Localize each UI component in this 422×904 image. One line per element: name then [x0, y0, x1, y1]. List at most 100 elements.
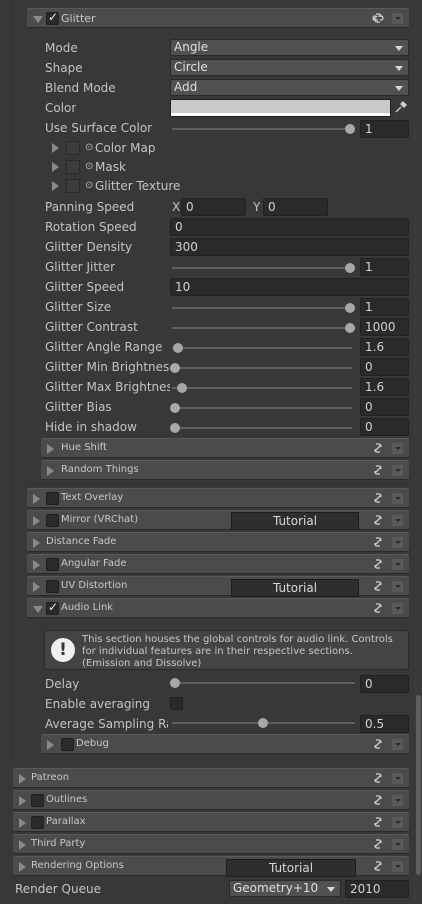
- scrollbar-thumb[interactable]: [416, 695, 421, 875]
- section-menu-icon[interactable]: [392, 581, 403, 592]
- link-icon[interactable]: [371, 602, 385, 614]
- foldout-arrow-icon[interactable]: [19, 796, 26, 806]
- glitter-bias-field[interactable]: 0: [360, 398, 409, 416]
- section-menu-icon[interactable]: [392, 559, 403, 570]
- glitter-size-knob[interactable]: [345, 303, 355, 313]
- section-header-debug[interactable]: Debug: [41, 734, 409, 754]
- section-menu-icon[interactable]: [392, 537, 403, 548]
- foldout-arrow-icon[interactable]: [33, 560, 40, 570]
- section-menu-icon[interactable]: [392, 465, 403, 476]
- hide-in-shadow-knob[interactable]: [170, 423, 180, 433]
- mode-dropdown[interactable]: Angle: [170, 39, 409, 56]
- section-header-uv-distortion[interactable]: UV Distortion Tutorial: [27, 576, 409, 597]
- section-menu-icon[interactable]: [392, 861, 403, 872]
- link-icon[interactable]: [371, 558, 385, 570]
- section-menu-icon[interactable]: [392, 795, 403, 806]
- hide-in-shadow-track[interactable]: [172, 427, 352, 429]
- glitter-contrast-field[interactable]: 1000: [360, 318, 409, 336]
- foldout-arrow-icon[interactable]: [33, 606, 43, 613]
- text-overlay-checkbox[interactable]: [46, 492, 59, 505]
- render-queue-dropdown[interactable]: Geometry+10: [229, 880, 341, 897]
- color-map-thumbnail[interactable]: [66, 141, 80, 155]
- delay-track[interactable]: [172, 682, 355, 684]
- foldout-arrow-icon[interactable]: [19, 818, 26, 828]
- color-map-foldout-icon[interactable]: [52, 143, 59, 153]
- section-menu-icon[interactable]: [392, 739, 403, 750]
- section-header-glitter[interactable]: Glitter: [27, 8, 409, 28]
- scrollbar[interactable]: [415, 0, 422, 904]
- link-icon[interactable]: [371, 492, 385, 504]
- average-sampling-field[interactable]: 0.5: [360, 715, 409, 733]
- section-menu-icon[interactable]: [392, 839, 403, 850]
- glitter-texture-foldout-icon[interactable]: [52, 181, 59, 191]
- foldout-arrow-icon[interactable]: [47, 740, 54, 750]
- foldout-arrow-icon[interactable]: [19, 840, 26, 850]
- outlines-checkbox[interactable]: [31, 794, 44, 807]
- glitter-angle-range-knob[interactable]: [173, 343, 183, 353]
- mask-thumbnail[interactable]: [66, 160, 80, 174]
- foldout-arrow-icon[interactable]: [19, 774, 26, 784]
- mirror-checkbox[interactable]: [46, 514, 59, 527]
- section-header-parallax[interactable]: Parallax: [13, 812, 409, 832]
- glitter-angle-range-field[interactable]: 1.6: [360, 338, 409, 356]
- delay-knob[interactable]: [170, 678, 180, 688]
- section-menu-icon[interactable]: [392, 443, 403, 454]
- blend-mode-dropdown[interactable]: Add: [170, 79, 409, 96]
- glitter-jitter-field[interactable]: 1: [360, 258, 409, 276]
- panning-x-field[interactable]: 0: [181, 198, 246, 216]
- delay-field[interactable]: 0: [360, 675, 409, 693]
- glitter-max-brightness-field[interactable]: 1.6: [360, 378, 409, 396]
- use-surface-color-track[interactable]: [172, 128, 352, 130]
- link-icon[interactable]: [371, 794, 385, 806]
- section-header-hue-shift[interactable]: Hue Shift: [41, 438, 409, 458]
- section-menu-icon[interactable]: [392, 515, 403, 526]
- uv-distortion-checkbox[interactable]: [46, 580, 59, 593]
- section-menu-icon[interactable]: [392, 773, 403, 784]
- glitter-enable-checkbox[interactable]: [46, 10, 59, 25]
- glitter-contrast-track[interactable]: [172, 327, 352, 329]
- foldout-arrow-icon[interactable]: [33, 582, 40, 592]
- rotation-speed-field[interactable]: 0: [170, 218, 409, 236]
- glitter-min-brightness-track[interactable]: [172, 367, 352, 369]
- glitter-texture-thumbnail[interactable]: [66, 179, 80, 193]
- link-icon[interactable]: [371, 536, 385, 548]
- use-surface-color-field[interactable]: 1: [360, 120, 409, 138]
- render-queue-field[interactable]: 2010: [345, 880, 409, 898]
- link-icon[interactable]: [371, 514, 385, 526]
- foldout-arrow-icon[interactable]: [19, 862, 26, 872]
- link-icon[interactable]: [371, 464, 385, 476]
- section-header-angular-fade[interactable]: Angular Fade: [27, 554, 409, 574]
- glitter-max-brightness-track[interactable]: [172, 387, 352, 389]
- glitter-texture-picker-icon[interactable]: ⊙: [85, 180, 93, 191]
- section-header-outlines[interactable]: Outlines: [13, 790, 409, 810]
- use-surface-color-knob[interactable]: [345, 124, 355, 134]
- shape-dropdown[interactable]: Circle: [170, 59, 409, 76]
- section-menu-icon[interactable]: [392, 817, 403, 828]
- section-header-distance-fade[interactable]: Distance Fade: [27, 532, 409, 552]
- section-menu-icon[interactable]: [392, 603, 403, 614]
- foldout-arrow-icon[interactable]: [33, 538, 40, 548]
- hide-in-shadow-field[interactable]: 0: [360, 418, 409, 436]
- mask-foldout-icon[interactable]: [52, 162, 59, 172]
- glitter-density-field[interactable]: 300: [170, 238, 409, 256]
- glitter-size-field[interactable]: 1: [360, 298, 409, 316]
- section-header-third-party[interactable]: Third Party: [13, 834, 409, 854]
- mask-picker-icon[interactable]: ⊙: [85, 161, 93, 172]
- enable-averaging-toggle[interactable]: [170, 697, 183, 710]
- link-icon[interactable]: [371, 738, 385, 750]
- section-header-random-things[interactable]: Random Things: [41, 460, 409, 480]
- foldout-arrow-icon[interactable]: [33, 516, 40, 526]
- eyedropper-icon[interactable]: [395, 101, 407, 113]
- link-icon[interactable]: [371, 12, 385, 24]
- foldout-arrow-icon[interactable]: [47, 466, 54, 476]
- glitter-angle-range-track[interactable]: [172, 347, 352, 349]
- link-icon[interactable]: [371, 860, 385, 872]
- glitter-bias-track[interactable]: [172, 407, 352, 409]
- glitter-min-brightness-knob[interactable]: [170, 363, 180, 373]
- angular-fade-checkbox[interactable]: [46, 558, 59, 571]
- foldout-arrow-icon[interactable]: [47, 444, 54, 454]
- glitter-min-brightness-field[interactable]: 0: [360, 358, 409, 376]
- debug-checkbox[interactable]: [61, 738, 74, 751]
- parallax-checkbox[interactable]: [31, 816, 44, 829]
- section-menu-icon[interactable]: [392, 493, 403, 504]
